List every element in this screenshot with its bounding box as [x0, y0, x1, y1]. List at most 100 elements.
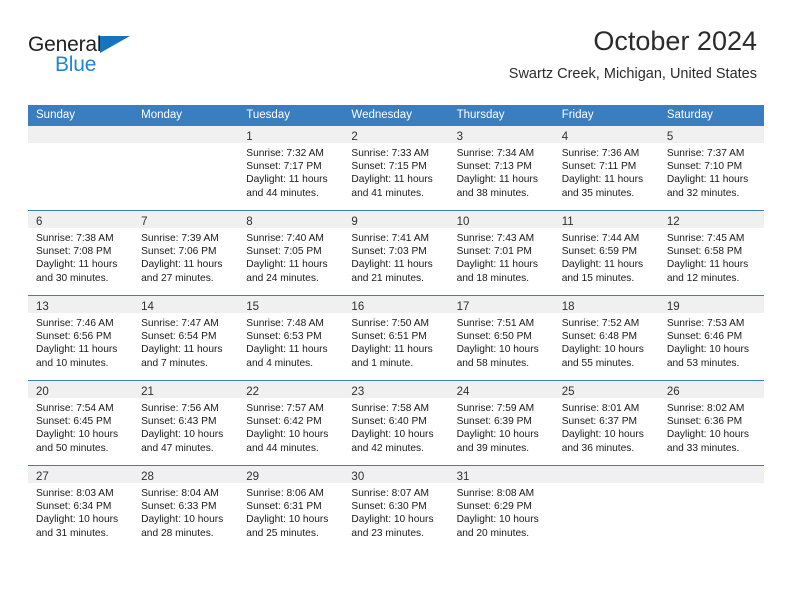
sunrise-text: Sunrise: 7:45 AM — [666, 233, 745, 244]
sunrise-text: Sunrise: 7:50 AM — [351, 318, 430, 329]
calendar-day-cell[interactable]: 3 Sunrise: 7:34 AM Sunset: 7:13 PM Daylight… — [448, 126, 554, 211]
logo-triangle-icon — [100, 36, 130, 53]
day-details: Sunrise: 7:36 AM Sunset: 7:11 PM Daylight:… — [554, 143, 659, 200]
calendar-day-cell[interactable]: 17 Sunrise: 7:51 AM Sunset: 6:50 PM Dayligh… — [448, 295, 554, 381]
calendar-page: General Blue October 2024 Swartz Creek, … — [0, 0, 792, 612]
daylight-text-line1: Daylight: 11 hours — [456, 259, 538, 271]
day-details: Sunrise: 7:33 AM Sunset: 7:15 PM Daylight:… — [343, 143, 448, 200]
daylight-text-line2: and 20 minutes. — [456, 527, 530, 539]
day-number: 6 — [36, 216, 43, 228]
sunset-text: Sunset: 6:40 PM — [351, 416, 427, 428]
calendar-day-cell[interactable]: 9 Sunrise: 7:41 AM Sunset: 7:03 PM Daylight… — [343, 210, 449, 296]
day-details: Sunrise: 7:38 AM Sunset: 7:08 PM Daylight:… — [28, 228, 133, 285]
day-number: 24 — [456, 386, 470, 398]
sunset-text: Sunset: 6:29 PM — [456, 501, 532, 513]
calendar-cell-empty — [658, 465, 764, 550]
calendar-day-cell[interactable]: 11 Sunrise: 7:44 AM Sunset: 6:59 PM Dayligh… — [553, 210, 659, 296]
generalblue-logo: General Blue — [28, 34, 148, 82]
calendar-table: Sunday Monday Tuesday Wednesday Thursday… — [28, 105, 764, 550]
daylight-text-line2: and 55 minutes. — [561, 357, 635, 369]
weekday-header-friday: Friday — [553, 105, 659, 126]
calendar-day-cell[interactable]: 5 Sunrise: 7:37 AM Sunset: 7:10 PM Daylight… — [658, 126, 764, 211]
sunrise-text: Sunrise: 8:08 AM — [456, 488, 535, 499]
sunrise-text: Sunrise: 8:07 AM — [351, 488, 430, 499]
daylight-text-line1: Daylight: 11 hours — [246, 344, 328, 356]
daylight-text-line2: and 12 minutes. — [666, 272, 740, 284]
weekday-header-saturday: Saturday — [658, 105, 764, 126]
day-number-band: 12 — [658, 211, 764, 228]
calendar-day-cell[interactable]: 31 Sunrise: 8:08 AM Sunset: 6:29 PM Dayligh… — [448, 465, 554, 550]
sunrise-text: Sunrise: 7:48 AM — [246, 318, 324, 329]
sunrise-text: Sunrise: 7:57 AM — [246, 403, 324, 414]
sunrise-text: Sunrise: 8:02 AM — [666, 403, 745, 414]
sunset-text: Sunset: 7:10 PM — [666, 161, 743, 173]
calendar-day-cell[interactable]: 28 Sunrise: 8:04 AM Sunset: 6:33 PM Dayligh… — [133, 465, 239, 550]
calendar-day-cell[interactable]: 22 Sunrise: 7:57 AM Sunset: 6:42 PM Dayligh… — [238, 380, 344, 466]
day-number-band: 14 — [133, 296, 239, 313]
day-number: 18 — [561, 301, 575, 313]
calendar-day-cell[interactable]: 10 Sunrise: 7:43 AM Sunset: 7:01 PM Dayligh… — [448, 210, 554, 296]
calendar-day-cell[interactable]: 19 Sunrise: 7:53 AM Sunset: 6:46 PM Dayligh… — [658, 295, 764, 381]
sunrise-text: Sunrise: 8:04 AM — [141, 488, 219, 499]
calendar-week-row: 1 Sunrise: 7:32 AM Sunset: 7:17 PM Daylight… — [28, 126, 764, 211]
daylight-text-line2: and 41 minutes. — [351, 187, 424, 199]
sunrise-text: Sunrise: 7:46 AM — [36, 318, 114, 329]
calendar-day-cell[interactable]: 30 Sunrise: 8:07 AM Sunset: 6:30 PM Dayligh… — [343, 465, 449, 550]
daylight-text-line1: Daylight: 10 hours — [456, 344, 539, 356]
sunrise-text: Sunrise: 7:43 AM — [456, 233, 535, 244]
day-details: Sunrise: 7:57 AM Sunset: 6:42 PM Daylight:… — [238, 398, 343, 455]
daylight-text-line2: and 32 minutes. — [666, 187, 740, 199]
calendar-day-cell[interactable]: 16 Sunrise: 7:50 AM Sunset: 6:51 PM Dayligh… — [343, 295, 449, 381]
sunrise-text: Sunrise: 7:47 AM — [141, 318, 219, 329]
calendar-day-cell[interactable]: 13 Sunrise: 7:46 AM Sunset: 6:56 PM Dayligh… — [28, 295, 134, 381]
day-number-band: 11 — [553, 211, 659, 228]
calendar-day-cell[interactable]: 18 Sunrise: 7:52 AM Sunset: 6:48 PM Dayligh… — [553, 295, 659, 381]
sunrise-text: Sunrise: 7:32 AM — [246, 148, 324, 159]
day-number: 22 — [246, 386, 260, 398]
daylight-text-line2: and 35 minutes. — [561, 187, 635, 199]
daylight-text-line1: Daylight: 11 hours — [456, 174, 538, 186]
calendar-day-cell[interactable]: 6 Sunrise: 7:38 AM Sunset: 7:08 PM Daylight… — [28, 210, 134, 296]
calendar-day-cell[interactable]: 21 Sunrise: 7:56 AM Sunset: 6:43 PM Dayligh… — [133, 380, 239, 466]
calendar-day-cell[interactable]: 8 Sunrise: 7:40 AM Sunset: 7:05 PM Daylight… — [238, 210, 344, 296]
daylight-text-line2: and 39 minutes. — [456, 442, 530, 454]
sunrise-text: Sunrise: 7:54 AM — [36, 403, 114, 414]
calendar-day-cell[interactable]: 4 Sunrise: 7:36 AM Sunset: 7:11 PM Daylight… — [553, 126, 659, 211]
day-number: 16 — [351, 301, 365, 313]
calendar-day-cell[interactable]: 23 Sunrise: 7:58 AM Sunset: 6:40 PM Dayligh… — [343, 380, 449, 466]
day-number-band: 8 — [238, 211, 344, 228]
weekday-header-monday: Monday — [133, 105, 239, 126]
day-number: 20 — [36, 386, 49, 398]
day-details: Sunrise: 7:46 AM Sunset: 6:56 PM Daylight:… — [28, 313, 133, 370]
calendar-day-cell[interactable]: 14 Sunrise: 7:47 AM Sunset: 6:54 PM Dayligh… — [133, 295, 239, 381]
daylight-text-line1: Daylight: 11 hours — [561, 174, 644, 186]
daylight-text-line1: Daylight: 10 hours — [36, 514, 119, 526]
day-number-band: 28 — [133, 466, 239, 483]
day-number-band: 15 — [238, 296, 344, 313]
day-number-band: 19 — [658, 296, 764, 313]
calendar-day-cell[interactable]: 2 Sunrise: 7:33 AM Sunset: 7:15 PM Daylight… — [343, 126, 449, 211]
day-number-band — [658, 466, 764, 483]
day-number-band: 29 — [238, 466, 344, 483]
sunrise-text: Sunrise: 8:06 AM — [246, 488, 324, 499]
daylight-text-line1: Daylight: 11 hours — [666, 259, 749, 271]
calendar-day-cell[interactable]: 15 Sunrise: 7:48 AM Sunset: 6:53 PM Dayligh… — [238, 295, 344, 381]
sunrise-text: Sunrise: 7:56 AM — [141, 403, 219, 414]
day-number: 31 — [456, 471, 470, 483]
sunset-text: Sunset: 6:37 PM — [561, 416, 638, 428]
day-details: Sunrise: 8:03 AM Sunset: 6:34 PM Daylight:… — [28, 483, 133, 540]
daylight-text-line2: and 31 minutes. — [36, 527, 109, 539]
calendar-day-cell[interactable]: 1 Sunrise: 7:32 AM Sunset: 7:17 PM Daylight… — [238, 126, 344, 211]
day-details: Sunrise: 7:51 AM Sunset: 6:50 PM Daylight:… — [449, 313, 554, 370]
day-number: 2 — [351, 131, 358, 143]
calendar-day-cell[interactable]: 20 Sunrise: 7:54 AM Sunset: 6:45 PM Dayligh… — [28, 380, 134, 466]
calendar-day-cell[interactable]: 7 Sunrise: 7:39 AM Sunset: 7:06 PM Daylight… — [133, 210, 239, 296]
weekday-header-sunday: Sunday — [28, 105, 134, 126]
calendar-day-cell[interactable]: 27 Sunrise: 8:03 AM Sunset: 6:34 PM Dayligh… — [28, 465, 134, 550]
calendar-day-cell[interactable]: 25 Sunrise: 8:01 AM Sunset: 6:37 PM Dayligh… — [553, 380, 659, 466]
day-number-band: 7 — [133, 211, 239, 228]
calendar-day-cell[interactable]: 24 Sunrise: 7:59 AM Sunset: 6:39 PM Dayligh… — [448, 380, 554, 466]
calendar-day-cell[interactable]: 29 Sunrise: 8:06 AM Sunset: 6:31 PM Dayligh… — [238, 465, 344, 550]
calendar-day-cell[interactable]: 12 Sunrise: 7:45 AM Sunset: 6:58 PM Dayligh… — [658, 210, 764, 296]
calendar-day-cell[interactable]: 26 Sunrise: 8:02 AM Sunset: 6:36 PM Dayligh… — [658, 380, 764, 466]
